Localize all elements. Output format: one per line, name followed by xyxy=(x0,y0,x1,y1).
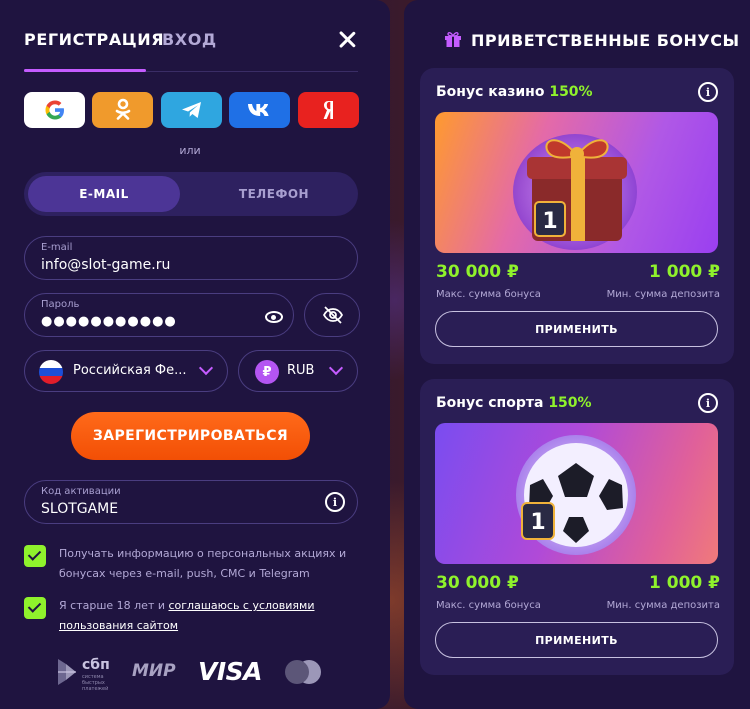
currency-value: RUB xyxy=(287,363,315,378)
registration-panel: РЕГИСТРАЦИЯ ВХОД или E-MAIL ТЕЛЕФОН E-ma… xyxy=(0,0,390,709)
country-value: Российская Фе... xyxy=(73,363,187,378)
odnoklassniki-login-button[interactable] xyxy=(92,92,153,128)
info-icon[interactable]: i xyxy=(325,492,345,512)
info-icon[interactable]: i xyxy=(698,393,718,413)
close-icon[interactable] xyxy=(336,28,358,50)
marketing-consent-checkbox[interactable] xyxy=(24,545,46,567)
email-label: E-mail xyxy=(41,242,73,253)
promo-code-value[interactable]: SLOTGAME xyxy=(41,501,118,517)
method-email-option[interactable]: E-MAIL xyxy=(28,176,180,212)
sbp-label: сбп xyxy=(82,657,110,673)
tab-register[interactable]: РЕГИСТРАЦИЯ xyxy=(24,30,164,49)
mir-logo: МИР xyxy=(132,661,176,681)
promo-code-field[interactable]: Код активации SLOTGAME i xyxy=(24,480,358,524)
sport-bonus-card: Бонус спорта 150% i 1 30 000 ₽ 1 000 ₽ М… xyxy=(420,379,734,675)
russia-flag-icon xyxy=(39,360,63,384)
visa-logo: VISA xyxy=(198,657,263,686)
promo-code-label: Код активации xyxy=(41,486,121,497)
gift-box-illustration: 1 xyxy=(513,134,637,250)
password-field[interactable]: Пароль ●●●●●●●●●●● xyxy=(24,293,294,337)
sport-bonus-banner: 1 xyxy=(435,423,718,564)
marketing-consent-label: Получать информацию о персональных акция… xyxy=(59,547,347,580)
telegram-icon xyxy=(181,102,201,118)
email-field[interactable]: E-mail info@slot-game.ru xyxy=(24,236,358,280)
min-deposit-amount: 1 000 ₽ xyxy=(649,573,720,593)
age-terms-label: Я старше 18 лет и соглашаюсь с условиями… xyxy=(59,596,349,636)
signup-method-switch: E-MAIL ТЕЛЕФОН xyxy=(24,172,358,216)
payment-methods: сбп система быстрых платежей МИР VISA xyxy=(56,655,326,692)
apply-sport-bonus-button[interactable]: ПРИМЕНИТЬ xyxy=(435,622,718,658)
max-bonus-label: Макс. сумма бонуса xyxy=(436,600,541,611)
country-select[interactable]: Российская Фе... xyxy=(24,350,228,392)
bonus-card-title: Бонус казино 150% xyxy=(436,84,593,100)
age-terms-prefix: Я старше 18 лет и xyxy=(59,599,169,612)
show-password-icon[interactable] xyxy=(265,311,283,323)
svg-text:1: 1 xyxy=(530,510,545,535)
google-icon xyxy=(45,100,64,120)
sbp-sublabel: система быстрых платежей xyxy=(82,674,109,692)
chevron-down-icon xyxy=(328,360,344,376)
apply-casino-bonus-button[interactable]: ПРИМЕНИТЬ xyxy=(435,311,718,347)
social-login-row xyxy=(24,92,360,128)
min-deposit-label: Мин. сумма депозита xyxy=(606,289,720,300)
svg-text:1: 1 xyxy=(542,209,557,234)
casino-bonus-banner: 1 xyxy=(435,112,718,253)
odnoklassniki-icon xyxy=(115,98,130,120)
yandex-login-button[interactable] xyxy=(298,92,359,128)
vk-icon xyxy=(247,104,269,116)
telegram-login-button[interactable] xyxy=(161,92,222,128)
chevron-down-icon xyxy=(198,360,214,376)
method-phone-option[interactable]: ТЕЛЕФОН xyxy=(194,176,354,212)
ruble-icon: ₽ xyxy=(255,360,279,384)
or-divider-label: или xyxy=(179,144,201,157)
min-deposit-amount: 1 000 ₽ xyxy=(649,262,720,282)
sbp-icon xyxy=(58,659,76,685)
max-bonus-amount: 30 000 ₽ xyxy=(436,262,519,282)
max-bonus-label: Макс. сумма бонуса xyxy=(436,289,541,300)
tab-login[interactable]: ВХОД xyxy=(162,30,217,49)
info-icon[interactable]: i xyxy=(698,82,718,102)
currency-select[interactable]: ₽ RUB xyxy=(238,350,358,392)
gift-icon xyxy=(445,32,461,47)
password-value[interactable]: ●●●●●●●●●●● xyxy=(41,314,177,329)
max-bonus-amount: 30 000 ₽ xyxy=(436,573,519,593)
min-deposit-label: Мин. сумма депозита xyxy=(606,600,720,611)
register-button[interactable]: ЗАРЕГИСТРИРОВАТЬСЯ xyxy=(71,412,310,460)
auth-tabs: РЕГИСТРАЦИЯ ВХОД xyxy=(24,30,358,72)
sbp-logo: сбп система быстрых платежей xyxy=(56,657,116,692)
mastercard-logo xyxy=(285,660,321,684)
bonus-card-title: Бонус спорта 150% xyxy=(436,395,592,411)
email-value[interactable]: info@slot-game.ru xyxy=(41,257,170,273)
casino-bonus-card: Бонус казино 150% i 1 30 000 ₽ 1 000 ₽ М… xyxy=(420,68,734,364)
eye-off-icon xyxy=(322,306,344,324)
yandex-icon xyxy=(323,101,333,119)
soccer-ball-illustration: 1 xyxy=(516,435,636,555)
bonuses-title: ПРИВЕТСТВЕННЫЕ БОНУСЫ xyxy=(471,31,740,50)
google-login-button[interactable] xyxy=(24,92,85,128)
password-label: Пароль xyxy=(41,299,80,310)
vk-login-button[interactable] xyxy=(229,92,290,128)
toggle-password-visibility-button[interactable] xyxy=(304,293,360,337)
active-tab-indicator xyxy=(24,69,146,72)
welcome-bonuses-panel: ПРИВЕТСТВЕННЫЕ БОНУСЫ Бонус казино 150% … xyxy=(404,0,750,709)
age-terms-checkbox[interactable] xyxy=(24,597,46,619)
